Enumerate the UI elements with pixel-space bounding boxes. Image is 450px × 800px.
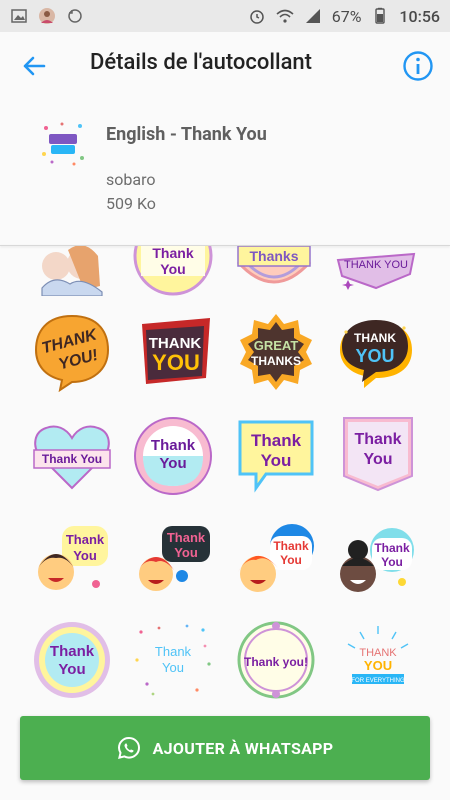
image-notification-icon bbox=[11, 9, 27, 23]
sticker-20[interactable]: THANK YOU FOR EVERYTHING bbox=[338, 620, 418, 700]
page-title: Détails de l'autocollant bbox=[90, 50, 313, 75]
whatsapp-icon bbox=[117, 736, 140, 759]
sticker-19-text: Thank you! bbox=[244, 655, 308, 669]
sticker-19[interactable]: Thank you! bbox=[236, 620, 316, 700]
sticker-13[interactable]: Thank You bbox=[32, 520, 112, 600]
sticker-3[interactable]: Thanks bbox=[234, 246, 314, 296]
pack-size: 509 Ko bbox=[106, 194, 156, 213]
sticker-16-text-b: You bbox=[381, 555, 403, 569]
sticker-18-text-b: You bbox=[162, 660, 184, 675]
status-left bbox=[10, 7, 84, 25]
sticker-1[interactable] bbox=[32, 246, 112, 297]
sticker-8[interactable]: THANK YOU bbox=[336, 316, 416, 396]
add-to-whatsapp-button[interactable]: AJOUTER À WHATSAPP bbox=[20, 716, 430, 780]
sticker-14-text-a: Thank bbox=[167, 530, 206, 545]
sticker-16[interactable]: Thank You bbox=[336, 520, 416, 600]
sticker-10-text-b: You bbox=[159, 455, 186, 472]
pack-tray-icon bbox=[42, 122, 84, 166]
wifi-icon bbox=[276, 9, 294, 23]
sticker-10-text-a: Thank bbox=[151, 437, 196, 454]
sticker-8-text-b: YOU bbox=[355, 346, 394, 366]
sticker-20-text-c: FOR EVERYTHING bbox=[351, 678, 405, 684]
sticker-10[interactable]: Thank You bbox=[133, 416, 213, 496]
sticker-11[interactable]: Thank You bbox=[236, 416, 316, 496]
sync-icon bbox=[68, 9, 82, 23]
status-right: 67% 10:56 bbox=[248, 7, 440, 26]
sticker-18-text-a: Thank bbox=[155, 644, 192, 659]
sticker-4[interactable]: THANK YOU bbox=[336, 246, 416, 296]
sticker-2-text-b: You bbox=[160, 261, 185, 277]
sticker-17-text-a: Thank bbox=[50, 643, 95, 660]
avatar-notification-icon bbox=[39, 8, 55, 24]
sticker-7-text-b: THANKS bbox=[251, 354, 301, 368]
sticker-12-text-b: You bbox=[363, 451, 392, 468]
sticker-20-text-b: YOU bbox=[364, 658, 392, 673]
battery-icon bbox=[375, 7, 386, 24]
sticker-9-text: Thank You bbox=[42, 452, 102, 466]
sticker-4-text: THANK YOU bbox=[344, 259, 408, 271]
add-to-whatsapp-label: AJOUTER À WHATSAPP bbox=[152, 738, 334, 758]
sticker-grid[interactable]: Thank You Thanks THANK YOU THANK YOU! TH bbox=[0, 246, 450, 708]
sticker-11-text-a: Thank bbox=[251, 431, 302, 450]
sticker-3-text: Thanks bbox=[249, 248, 298, 264]
sticker-6[interactable]: THANK YOU bbox=[136, 314, 216, 394]
sticker-16-text-a: Thank bbox=[374, 541, 410, 555]
info-icon[interactable] bbox=[402, 50, 434, 82]
sticker-15-text-b: You bbox=[280, 553, 302, 567]
sticker-11-text-b: You bbox=[261, 451, 292, 470]
clock: 10:56 bbox=[399, 6, 440, 26]
sticker-7[interactable]: GREAT THANKS bbox=[236, 312, 316, 392]
sticker-15-text-a: Thank bbox=[273, 539, 309, 553]
sticker-14[interactable]: Thank You bbox=[134, 520, 214, 600]
pack-author: sobaro bbox=[106, 170, 156, 189]
sticker-9[interactable]: Thank You bbox=[32, 416, 112, 496]
sticker-13-text-b: You bbox=[73, 548, 97, 563]
alarm-icon bbox=[249, 10, 264, 24]
sticker-7-text-a: GREAT bbox=[254, 338, 299, 353]
sticker-5[interactable]: THANK YOU! bbox=[32, 312, 112, 393]
sticker-2[interactable]: Thank You bbox=[133, 246, 213, 296]
sticker-14-text-b: You bbox=[174, 545, 198, 560]
battery-percent: 67% bbox=[331, 6, 362, 26]
sticker-17[interactable]: Thank You bbox=[32, 620, 112, 700]
sticker-12-text-a: Thank bbox=[354, 431, 401, 448]
app-bar: Détails de l'autocollant bbox=[0, 32, 450, 100]
sticker-18[interactable]: Thank You bbox=[133, 620, 213, 700]
sticker-17-text-b: You bbox=[58, 661, 85, 678]
back-arrow-icon[interactable] bbox=[20, 52, 48, 80]
sticker-6-text-b: YOU bbox=[152, 350, 200, 375]
status-bar: 67% 10:56 bbox=[0, 0, 450, 32]
sticker-13-text-a: Thank bbox=[66, 532, 105, 547]
sticker-2-text-a: Thank bbox=[152, 246, 193, 261]
pack-name: English - Thank You bbox=[106, 124, 267, 145]
sticker-12[interactable]: Thank You bbox=[338, 416, 418, 496]
sticker-15[interactable]: Thank You bbox=[236, 520, 316, 600]
signal-icon bbox=[305, 9, 320, 23]
sticker-8-text-a: THANK bbox=[354, 331, 396, 345]
